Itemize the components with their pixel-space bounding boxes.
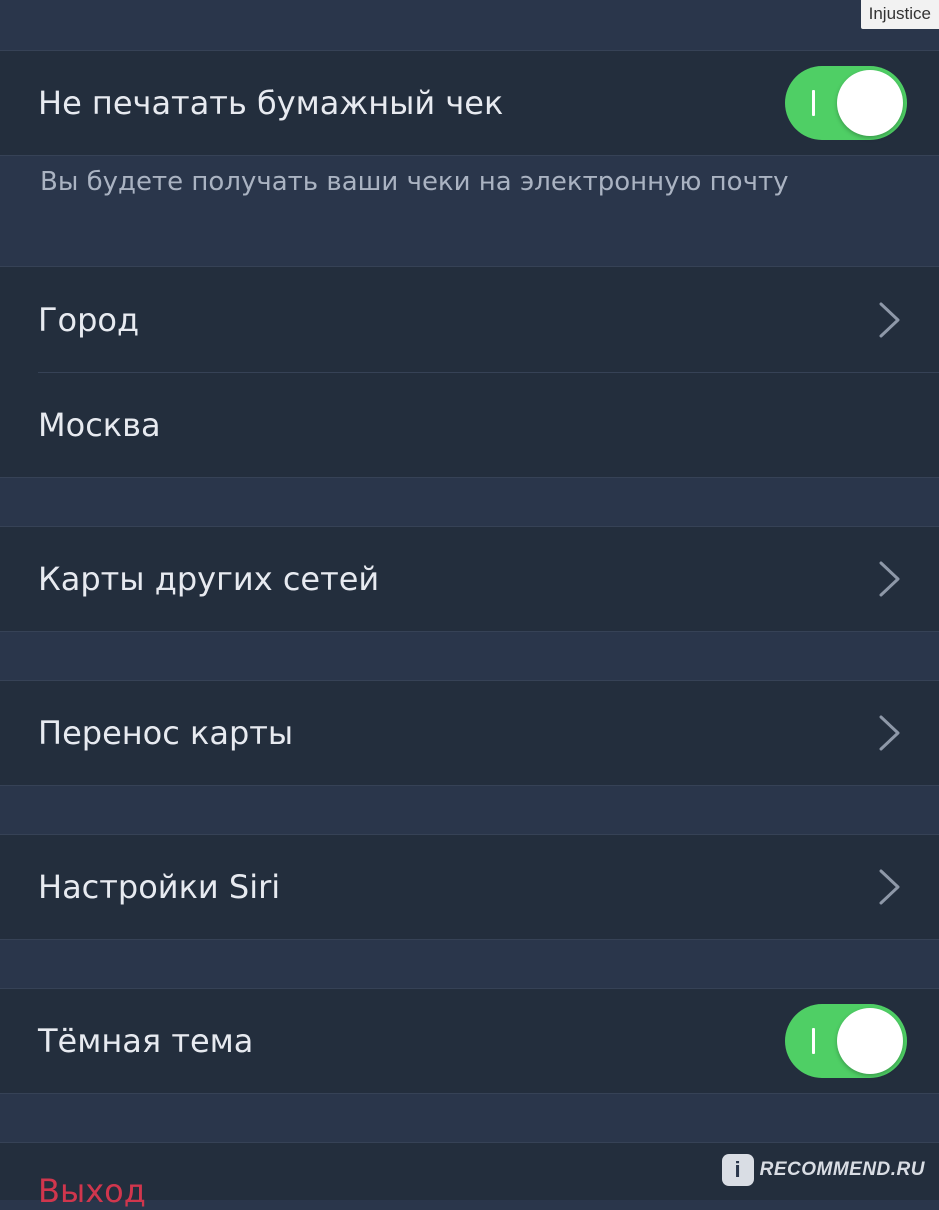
paper-receipt-label: Не печатать бумажный чек: [38, 84, 504, 122]
toggle-knob: [837, 70, 903, 136]
toggle-knob: [837, 1008, 903, 1074]
siri-settings-label: Настройки Siri: [38, 868, 281, 906]
siri-settings-row[interactable]: Настройки Siri: [0, 834, 939, 940]
site-watermark: i RECOMMEND.RU: [721, 1154, 925, 1186]
logout-button[interactable]: Выход: [38, 1172, 146, 1210]
site-watermark-text: RECOMMEND.RU: [759, 1159, 925, 1180]
chevron-right-icon: [879, 869, 900, 905]
paper-receipt-hint: Вы будете получать ваши чеки на электрон…: [40, 167, 789, 197]
card-transfer-row[interactable]: Перенос карты: [0, 680, 939, 786]
chevron-right-icon: [879, 715, 900, 751]
other-cards-row[interactable]: Карты других сетей: [0, 526, 939, 632]
recommend-logo-letter: i: [734, 1157, 741, 1182]
city-label: Город: [38, 300, 140, 339]
toggle-on-mark-icon: [812, 1028, 815, 1054]
paper-receipt-toggle[interactable]: [785, 66, 907, 140]
city-row[interactable]: Город: [0, 267, 939, 372]
city-value-row: Москва: [0, 373, 939, 477]
other-cards-label: Карты других сетей: [38, 560, 380, 598]
card-transfer-label: Перенос карты: [38, 714, 294, 752]
recommend-logo-icon: i: [721, 1154, 754, 1186]
city-group: Город Москва: [0, 266, 939, 478]
dark-theme-label: Тёмная тема: [38, 1022, 254, 1060]
chevron-right-icon: [879, 302, 900, 337]
chevron-right-icon: [879, 561, 900, 597]
dark-theme-row[interactable]: Тёмная тема: [0, 988, 939, 1094]
user-watermark: Injustice: [860, 0, 939, 29]
paper-receipt-row[interactable]: Не печатать бумажный чек: [0, 50, 939, 156]
settings-screen: Не печатать бумажный чек Вы будете получ…: [0, 0, 939, 1210]
city-value: Москва: [38, 406, 161, 444]
toggle-on-mark-icon: [812, 90, 815, 116]
dark-theme-toggle[interactable]: [785, 1004, 907, 1078]
